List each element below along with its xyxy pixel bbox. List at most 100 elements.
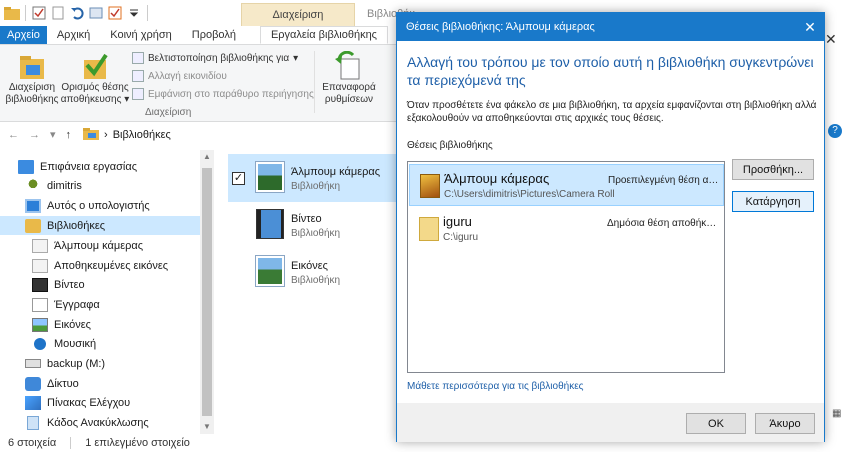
nav-item-desktop[interactable]: Επιφάνεια εργασίας xyxy=(18,157,137,176)
status-divider xyxy=(70,437,72,449)
up-arrow-icon[interactable]: ↑ xyxy=(66,129,72,141)
ok-button[interactable]: OK xyxy=(686,413,746,434)
nav-item-network[interactable]: Δίκτυο xyxy=(25,374,79,393)
learn-more-link[interactable]: Μάθετε περισσότερα για τις βιβλιοθήκες xyxy=(407,381,583,392)
camera-roll-folder-icon xyxy=(420,174,440,198)
tab-view[interactable]: Προβολή xyxy=(182,26,246,44)
computer-icon xyxy=(25,198,41,213)
restore-settings-button[interactable]: Επαναφορά ρυθμίσεων xyxy=(318,50,380,106)
file-item-pictures[interactable]: Εικόνες Βιβλιοθήκη xyxy=(228,248,398,296)
save-location-icon xyxy=(79,51,111,81)
scrollbar-thumb[interactable] xyxy=(202,168,212,416)
nav-item-label: dimitris xyxy=(47,179,82,192)
breadcrumb-separator: › xyxy=(104,128,108,141)
nav-item-label: Δίκτυο xyxy=(47,377,79,390)
nav-item-this-pc[interactable]: Αυτός ο υπολογιστής xyxy=(25,196,150,215)
close-icon[interactable]: ✕ xyxy=(825,31,837,48)
change-icon-label: Αλλαγή εικονιδίου xyxy=(148,70,227,82)
nav-item-control-panel[interactable]: Πίνακας Ελέγχου xyxy=(25,393,130,412)
nav-item-label: Κάδος Ανακύκλωσης xyxy=(47,416,149,429)
folder-icon xyxy=(419,217,439,241)
optimize-icon xyxy=(132,52,144,64)
tab-library-tools[interactable]: Εργαλεία βιβλιοθήκης xyxy=(259,26,388,44)
set-save-location-button[interactable]: Ορισμός θέσης αποθήκευσης ▾ xyxy=(60,51,130,106)
location-item-camera-roll[interactable]: Άλμπουμ κάμερας C:\Users\dimitris\Pictur… xyxy=(409,164,724,206)
nav-item-backup-drive[interactable]: backup (M:) xyxy=(25,354,105,373)
location-item-iguru[interactable]: iguru C:\iguru Δημόσια θέση αποθήκευσης xyxy=(409,208,724,250)
address-bar: ← → ▾ ↑ › Βιβλιοθήκες xyxy=(0,122,400,147)
optimize-library-dropdown[interactable]: Βελτιστοποίηση βιβλιοθήκης για ▾ xyxy=(132,52,298,64)
dialog-titlebar: Θέσεις βιβλιοθήκης: Άλμπουμ κάμερας ✕ xyxy=(397,13,824,41)
status-bar: 6 στοιχεία 1 επιλεγμένο στοιχείο xyxy=(0,434,400,452)
scroll-down-icon[interactable]: ▼ xyxy=(200,420,214,434)
file-list: ✓ Άλμπουμ κάμερας Βιβλιοθήκη Βίντεο Βιβλ… xyxy=(222,150,400,434)
nav-item-pictures[interactable]: Εικόνες xyxy=(32,315,91,334)
tab-share[interactable]: Κοινή χρήση xyxy=(100,26,182,44)
camera-roll-library-icon xyxy=(255,161,285,193)
location-status: Δημόσια θέση αποθήκευσης xyxy=(607,218,719,229)
forward-arrow-icon[interactable]: → xyxy=(29,129,40,141)
breadcrumb[interactable]: › Βιβλιοθήκες xyxy=(83,127,171,143)
video-icon xyxy=(32,277,48,292)
nav-item-label: Έγγραφα xyxy=(54,298,100,311)
ribbon-tabs: Αρχείο Αρχική Κοινή χρήση Προβολή Εργαλε… xyxy=(0,26,400,45)
file-type: Βιβλιοθήκη xyxy=(291,275,341,286)
video-library-icon xyxy=(256,209,284,239)
nav-item-documents[interactable]: Έγγραφα xyxy=(32,295,100,314)
scroll-up-icon[interactable]: ▲ xyxy=(200,150,214,164)
library-locations-dialog: Θέσεις βιβλιοθήκης: Άλμπουμ κάμερας ✕ Αλ… xyxy=(396,12,825,442)
nav-item-music[interactable]: Μουσική xyxy=(32,334,96,353)
nav-scrollbar[interactable]: ▲ ▼ xyxy=(200,150,214,434)
dialog-heading: Αλλαγή του τρόπου με τον οποίο αυτή η βι… xyxy=(407,54,814,88)
remove-location-button[interactable]: Κατάργηση xyxy=(732,191,814,212)
picture-icon xyxy=(32,317,48,332)
close-icon[interactable]: ✕ xyxy=(796,13,824,41)
nav-item-libraries[interactable]: Βιβλιοθήκες xyxy=(0,216,200,235)
change-icon-button[interactable]: Αλλαγή εικονιδίου xyxy=(132,70,227,82)
nav-item-recycle-bin[interactable]: Κάδος Ανακύκλωσης xyxy=(25,413,149,432)
nav-item-saved-pictures[interactable]: Αποθηκευμένες εικόνες xyxy=(32,256,168,275)
recent-dropdown-icon[interactable]: ▾ xyxy=(50,128,56,141)
item-checkbox[interactable]: ✓ xyxy=(232,172,245,185)
help-icon[interactable]: ? xyxy=(828,124,842,138)
breadcrumb-libraries[interactable]: Βιβλιοθήκες xyxy=(113,129,171,141)
file-name: Βίντεο xyxy=(291,213,322,225)
view-toggle-icon[interactable]: ▦ xyxy=(832,408,841,419)
nav-item-user[interactable]: dimitris xyxy=(25,176,82,195)
item-count: 6 στοιχεία xyxy=(8,437,57,449)
location-path: C:\iguru xyxy=(443,232,479,243)
nav-item-videos[interactable]: Βίντεο xyxy=(32,275,85,294)
file-item-videos[interactable]: Βίντεο Βιβλιοθήκη xyxy=(228,201,398,249)
selected-count: 1 επιλεγμένο στοιχείο xyxy=(85,437,190,449)
music-icon xyxy=(34,337,46,350)
qat-separator xyxy=(25,5,26,21)
file-item-camera-roll[interactable]: ✓ Άλμπουμ κάμερας Βιβλιοθήκη xyxy=(228,154,398,202)
properties-icon[interactable] xyxy=(31,5,47,21)
context-tab-header: Διαχείριση xyxy=(241,3,355,26)
nav-item-label: backup (M:) xyxy=(47,357,106,370)
window-right-edge: ✕ ? ▦ xyxy=(825,0,850,452)
checklist-icon[interactable] xyxy=(107,5,123,21)
file-name: Άλμπουμ κάμερας xyxy=(291,166,381,178)
library-folder-icon xyxy=(32,238,48,253)
add-location-button[interactable]: Προσθήκη... xyxy=(732,159,814,180)
back-arrow-icon[interactable]: ← xyxy=(8,129,19,141)
tab-home[interactable]: Αρχική xyxy=(47,26,100,44)
tab-file[interactable]: Αρχείο xyxy=(0,26,47,44)
undo-icon[interactable] xyxy=(69,5,85,21)
dialog-title: Θέσεις βιβλιοθήκης: Άλμπουμ κάμερας xyxy=(406,21,595,33)
show-in-nav-button[interactable]: Εμφάνιση στο παράθυρο περιήγησης xyxy=(132,88,314,100)
cancel-button[interactable]: Άκυρο xyxy=(755,413,815,434)
library-icon xyxy=(83,127,100,143)
location-status: Προεπιλεγμένη θέση αποθήκευσης xyxy=(608,175,720,186)
new-document-icon[interactable] xyxy=(50,5,66,21)
folder-icon[interactable] xyxy=(4,5,20,21)
rename-icon[interactable] xyxy=(88,5,104,21)
nav-item-camera-roll[interactable]: Άλμπουμ κάμερας xyxy=(32,236,143,255)
restore-settings-label: Επαναφορά ρυθμίσεων xyxy=(322,82,376,105)
location-path: C:\Users\dimitris\Pictures\Camera Roll xyxy=(444,189,615,200)
file-type: Βιβλιοθήκη xyxy=(291,181,341,192)
manage-library-button[interactable]: Διαχείριση βιβλιοθήκης xyxy=(4,51,60,106)
customize-dropdown-icon[interactable] xyxy=(126,5,142,21)
nav-item-label: Βίντεο xyxy=(54,278,85,291)
